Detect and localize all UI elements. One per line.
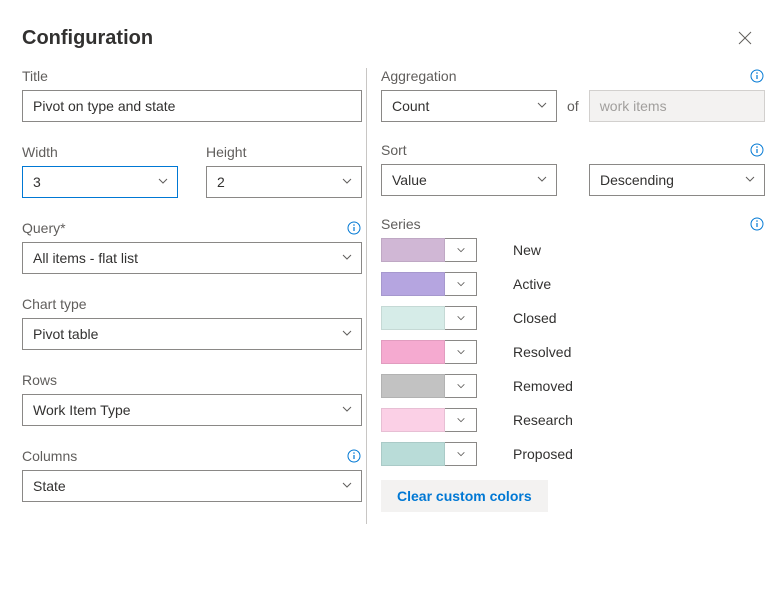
close-button[interactable]	[731, 24, 759, 52]
series-item-label: Research	[513, 412, 573, 428]
columns-label: Columns	[22, 448, 77, 464]
chevron-down-icon	[456, 381, 466, 391]
aggregation-target-input: work items	[589, 90, 765, 122]
series-color-dropdown[interactable]	[445, 374, 477, 398]
aggregation-value: Count	[392, 98, 429, 114]
query-value: All items - flat list	[33, 250, 138, 266]
series-row: New	[381, 238, 765, 262]
series-item-label: Resolved	[513, 344, 571, 360]
info-icon[interactable]	[346, 220, 362, 236]
series-item-label: Removed	[513, 378, 573, 394]
chevron-down-icon	[456, 415, 466, 425]
chevron-down-icon	[456, 313, 466, 323]
title-label: Title	[22, 68, 48, 84]
aggregation-target-value: work items	[600, 98, 667, 114]
title-input[interactable]	[22, 90, 362, 122]
series-color-dropdown[interactable]	[445, 272, 477, 296]
series-color-swatch	[381, 306, 445, 330]
chevron-down-icon	[744, 172, 756, 188]
dialog-title: Configuration	[22, 27, 153, 50]
chevron-down-icon	[341, 174, 353, 190]
height-label: Height	[206, 144, 246, 160]
series-color-dropdown[interactable]	[445, 238, 477, 262]
series-row: Closed	[381, 306, 765, 330]
sort-direction-value: Descending	[600, 172, 674, 188]
width-value: 3	[33, 174, 41, 190]
chevron-down-icon	[536, 172, 548, 188]
right-panel: Aggregation Count of work items Sort	[366, 68, 765, 524]
series-color-dropdown[interactable]	[445, 408, 477, 432]
chart-type-dropdown[interactable]: Pivot table	[22, 318, 362, 350]
query-label: Query*	[22, 220, 66, 236]
rows-value: Work Item Type	[33, 402, 131, 418]
series-label: Series	[381, 216, 421, 232]
height-dropdown[interactable]: 2	[206, 166, 362, 198]
series-item-label: New	[513, 242, 541, 258]
chevron-down-icon	[456, 279, 466, 289]
info-icon[interactable]	[749, 142, 765, 158]
series-color-dropdown[interactable]	[445, 340, 477, 364]
series-color-swatch	[381, 374, 445, 398]
series-color-swatch	[381, 442, 445, 466]
aggregation-of-label: of	[567, 98, 579, 114]
series-row: Resolved	[381, 340, 765, 364]
width-dropdown[interactable]: 3	[22, 166, 178, 198]
series-row: Active	[381, 272, 765, 296]
columns-value: State	[33, 478, 66, 494]
info-icon[interactable]	[346, 448, 362, 464]
info-icon[interactable]	[749, 216, 765, 232]
info-icon[interactable]	[749, 68, 765, 84]
chevron-down-icon	[456, 449, 466, 459]
query-dropdown[interactable]: All items - flat list	[22, 242, 362, 274]
series-color-swatch	[381, 238, 445, 262]
rows-dropdown[interactable]: Work Item Type	[22, 394, 362, 426]
sort-by-dropdown[interactable]: Value	[381, 164, 557, 196]
series-row: Proposed	[381, 442, 765, 466]
sort-direction-dropdown[interactable]: Descending	[589, 164, 765, 196]
aggregation-label: Aggregation	[381, 68, 457, 84]
chevron-down-icon	[341, 402, 353, 418]
left-panel: Title Width 3 Height 2	[22, 68, 362, 524]
chevron-down-icon	[536, 98, 548, 114]
chevron-down-icon	[157, 174, 169, 190]
series-row: Removed	[381, 374, 765, 398]
chart-type-value: Pivot table	[33, 326, 98, 342]
series-color-dropdown[interactable]	[445, 442, 477, 466]
rows-label: Rows	[22, 372, 57, 388]
series-item-label: Proposed	[513, 446, 573, 462]
height-value: 2	[217, 174, 225, 190]
series-row: Research	[381, 408, 765, 432]
sort-label: Sort	[381, 142, 407, 158]
close-icon	[737, 30, 753, 46]
chevron-down-icon	[341, 478, 353, 494]
dialog-header: Configuration	[0, 0, 781, 68]
series-color-swatch	[381, 340, 445, 364]
series-color-swatch	[381, 408, 445, 432]
sort-by-value: Value	[392, 172, 427, 188]
clear-custom-colors-button[interactable]: Clear custom colors	[381, 480, 548, 512]
chevron-down-icon	[456, 347, 466, 357]
chevron-down-icon	[456, 245, 466, 255]
series-color-dropdown[interactable]	[445, 306, 477, 330]
chevron-down-icon	[341, 326, 353, 342]
series-color-swatch	[381, 272, 445, 296]
chevron-down-icon	[341, 250, 353, 266]
series-item-label: Active	[513, 276, 551, 292]
aggregation-dropdown[interactable]: Count	[381, 90, 557, 122]
columns-dropdown[interactable]: State	[22, 470, 362, 502]
chart-type-label: Chart type	[22, 296, 87, 312]
clear-custom-colors-label: Clear custom colors	[397, 488, 532, 504]
width-label: Width	[22, 144, 58, 160]
series-item-label: Closed	[513, 310, 557, 326]
